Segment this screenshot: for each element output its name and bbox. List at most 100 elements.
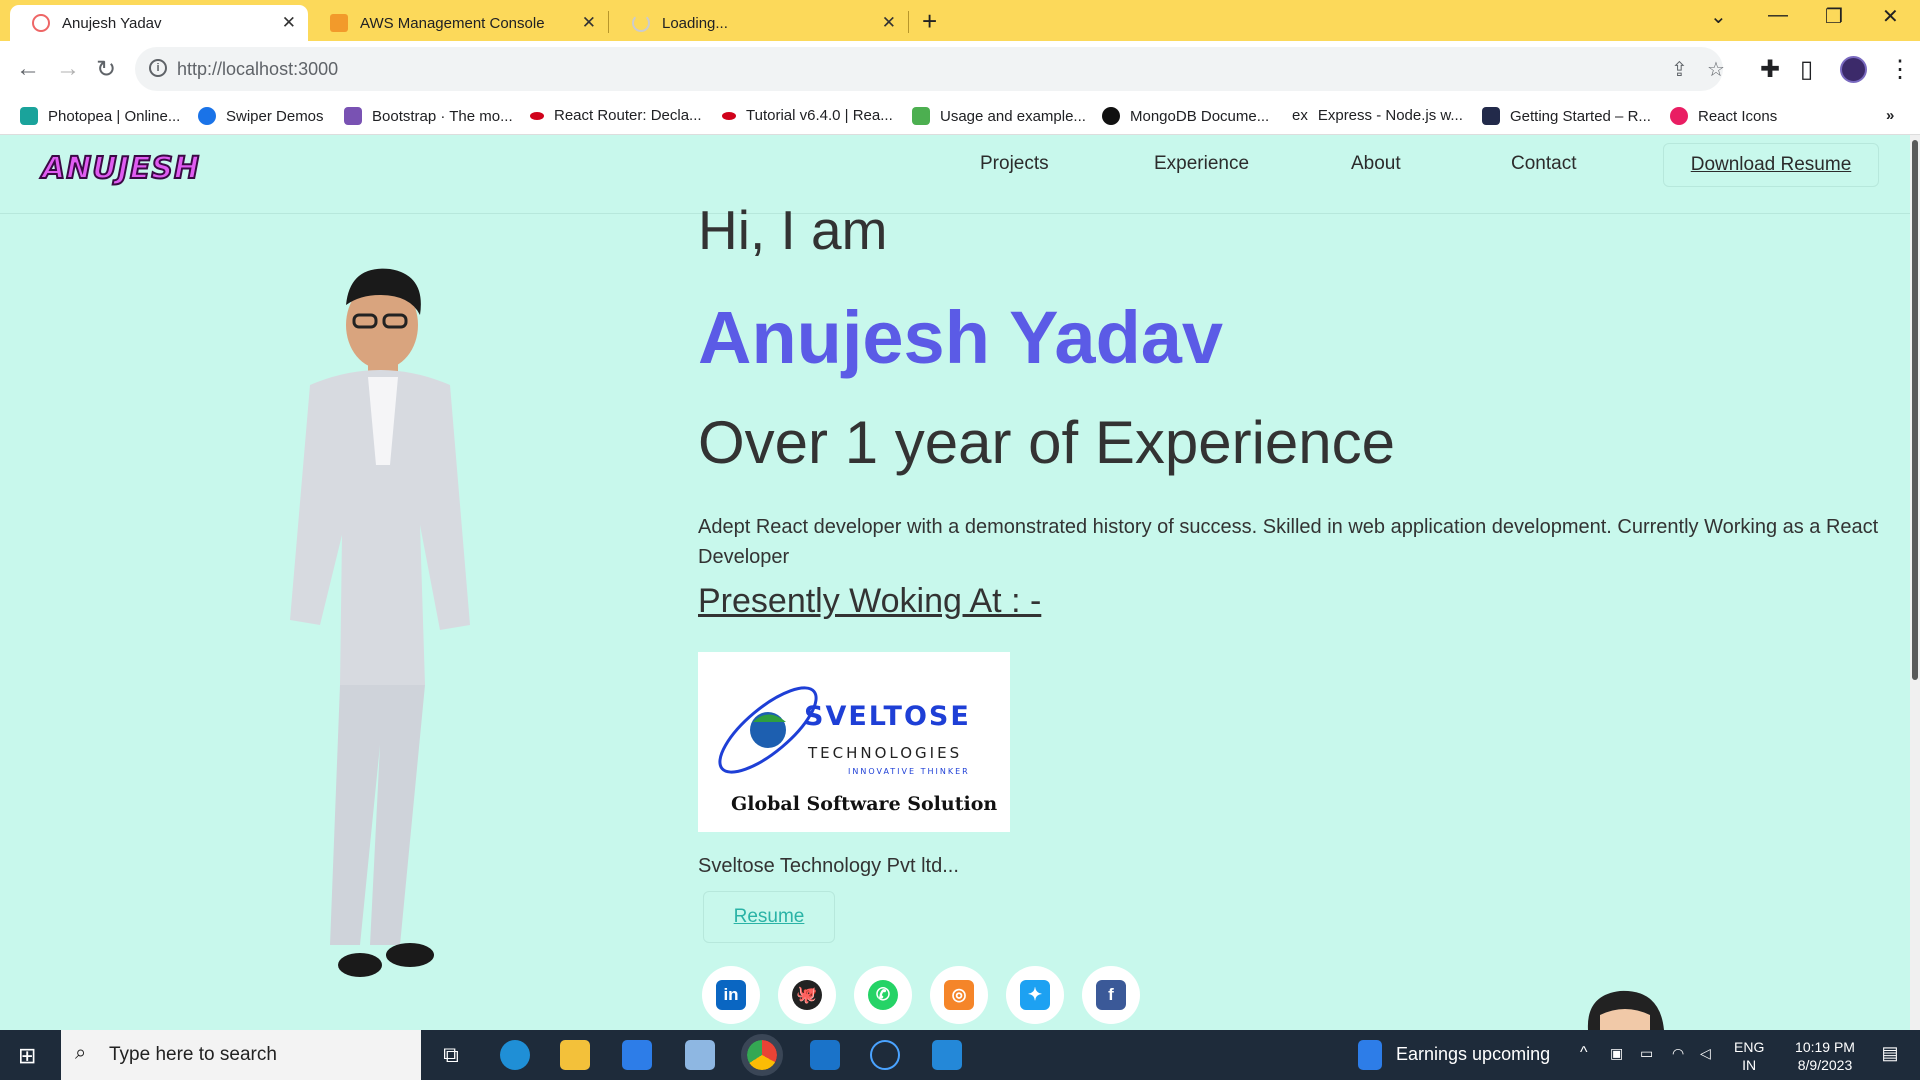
tab-separator — [908, 11, 909, 33]
bookmark-label: Getting Started – R... — [1510, 107, 1651, 125]
bookmark-react-icons[interactable]: React Icons — [1670, 107, 1777, 125]
tab-title: AWS Management Console — [360, 14, 545, 32]
bookmark-label: Swiper Demos — [226, 107, 324, 125]
browser-toolbar: ← → ↻ i http://localhost:3000 ⇪ ☆ ✚ ▯ ⋮ — [0, 41, 1920, 97]
close-tab-icon[interactable]: ✕ — [282, 13, 296, 33]
store-icon[interactable] — [622, 1040, 652, 1070]
company-logo: SVELTOSE TECHNOLOGIES INNOVATIVE THINKER… — [698, 652, 1010, 832]
file-explorer-icon[interactable] — [560, 1040, 590, 1070]
app-icon[interactable] — [685, 1040, 715, 1070]
download-resume-button[interactable]: Download Resume — [1663, 143, 1879, 187]
close-tab-icon[interactable]: ✕ — [582, 13, 596, 33]
react-icons-icon — [1670, 107, 1688, 125]
meet-icon[interactable]: ▣ — [1610, 1044, 1623, 1062]
share-icon[interactable]: ⇪ — [1671, 57, 1688, 82]
facebook-button[interactable]: f — [1082, 966, 1140, 1024]
site-logo[interactable]: ANUJESH — [41, 150, 200, 187]
cube-icon — [912, 107, 930, 125]
back-icon[interactable]: ← — [16, 55, 40, 83]
bookmark-bootstrap[interactable]: Bootstrap · The mo... — [344, 107, 513, 125]
battery-icon[interactable]: ▭ — [1640, 1044, 1653, 1062]
twitter-button[interactable]: ✦ — [1006, 966, 1064, 1024]
presently-working-heading: Presently Woking At : - — [698, 582, 1042, 620]
close-tab-icon[interactable]: ✕ — [882, 13, 896, 33]
resume-button[interactable]: Resume — [703, 891, 835, 943]
address-bar[interactable]: i http://localhost:3000 ⇪ ☆ — [135, 47, 1725, 91]
news-widget[interactable]: Earnings upcoming — [1396, 1044, 1550, 1065]
bookmark-getting-started[interactable]: Getting Started – R... — [1482, 107, 1651, 125]
bootstrap-icon — [344, 107, 362, 125]
facebook-icon: f — [1096, 980, 1126, 1010]
github-button[interactable]: 🐙 — [778, 966, 836, 1024]
bookmark-overflow-icon[interactable]: » — [1886, 107, 1894, 124]
info-icon[interactable]: i — [149, 59, 167, 77]
bookmark-label: Photopea | Online... — [48, 107, 181, 125]
windows-taskbar: ⊞ ⌕ Type here to search ⧉ Earnings upcom… — [0, 1030, 1920, 1080]
tab-title: Anujesh Yadav — [62, 14, 162, 32]
bookmark-mongodb[interactable]: MongoDB Docume... — [1102, 107, 1269, 125]
reload-icon[interactable]: ↻ — [96, 55, 116, 84]
bookmark-label: React Icons — [1698, 107, 1778, 125]
instagram-button[interactable]: ◎ — [930, 966, 988, 1024]
url-text[interactable]: http://localhost:3000 — [177, 59, 338, 80]
profile-avatar[interactable] — [1840, 56, 1867, 83]
company-logo-tagline: INNOVATIVE THINKER — [848, 767, 970, 776]
tab-loading[interactable]: Loading... ✕ — [610, 5, 908, 41]
news-icon[interactable] — [1358, 1040, 1382, 1070]
bookmark-label: Usage and example... — [940, 107, 1086, 125]
nav-contact[interactable]: Contact — [1511, 153, 1576, 175]
twitter-icon: ✦ — [1020, 980, 1050, 1010]
task-view-icon[interactable]: ⧉ — [436, 1040, 466, 1070]
experience-heading: Over 1 year of Experience — [698, 409, 1396, 476]
bookmark-usage[interactable]: Usage and example... — [912, 107, 1086, 125]
wifi-icon[interactable]: ◠ — [1672, 1044, 1684, 1062]
notification-icon[interactable]: ▤ — [1870, 1044, 1910, 1062]
instagram-icon: ◎ — [944, 980, 974, 1010]
swiper-icon — [198, 107, 216, 125]
mongodb-icon — [1102, 107, 1120, 125]
edge-icon[interactable] — [500, 1040, 530, 1070]
tab-anujesh-yadav[interactable]: Anujesh Yadav ✕ — [10, 5, 308, 41]
bookmark-tutorial[interactable]: Tutorial v6.4.0 | Rea... — [722, 107, 893, 124]
nav-experience[interactable]: Experience — [1154, 153, 1249, 175]
chrome-icon[interactable] — [741, 1034, 783, 1076]
windows-start-icon[interactable]: ⊞ — [18, 1043, 36, 1069]
sidepanel-icon[interactable]: ▯ — [1800, 55, 1813, 84]
tray-chevron-icon[interactable]: ^ — [1580, 1044, 1588, 1062]
extensions-icon[interactable]: ✚ — [1760, 55, 1780, 84]
new-tab-icon[interactable]: + — [922, 6, 937, 37]
chat-avatar-illustration[interactable] — [1580, 985, 1670, 1030]
express-icon: ex — [1292, 107, 1308, 124]
taskbar-search[interactable]: ⌕ Type here to search — [61, 1030, 421, 1080]
bookmark-react-router[interactable]: React Router: Decla... — [530, 107, 702, 124]
volume-icon[interactable]: ◁ — [1700, 1044, 1711, 1062]
language-indicator[interactable]: ENG IN — [1734, 1038, 1764, 1074]
bookmark-swiper[interactable]: Swiper Demos — [198, 107, 324, 125]
nav-about[interactable]: About — [1351, 153, 1401, 175]
vscode-icon[interactable] — [932, 1040, 962, 1070]
minimize-icon[interactable]: — — [1768, 4, 1788, 27]
bookmark-photopea[interactable]: Photopea | Online... — [20, 107, 180, 125]
clock[interactable]: 10:19 PM 8/9/2023 — [1780, 1038, 1870, 1074]
restore-icon[interactable]: ❐ — [1825, 4, 1843, 29]
search-icon: ⌕ — [75, 1042, 87, 1064]
bookmark-label: Bootstrap · The mo... — [372, 107, 513, 125]
star-icon[interactable]: ☆ — [1707, 57, 1725, 82]
linkedin-button[interactable]: in — [702, 966, 760, 1024]
forward-icon[interactable]: → — [56, 55, 80, 83]
site-header: ANUJESH Projects Experience About Contac… — [0, 135, 1920, 214]
bookmark-label: Express - Node.js w... — [1317, 107, 1463, 124]
menu-icon[interactable]: ⋮ — [1888, 55, 1912, 84]
tab-search-icon[interactable]: ⌄ — [1710, 4, 1727, 29]
whatsapp-icon: ✆ — [868, 980, 898, 1010]
tab-aws-console[interactable]: AWS Management Console ✕ — [308, 5, 608, 41]
scrollbar-thumb[interactable] — [1912, 140, 1918, 680]
bookmark-express[interactable]: ex Express - Node.js w... — [1292, 107, 1463, 124]
tab-strip: Anujesh Yadav ✕ AWS Management Console ✕… — [0, 0, 1920, 41]
whatsapp-button[interactable]: ✆ — [854, 966, 912, 1024]
cortana-icon[interactable] — [870, 1040, 900, 1070]
close-window-icon[interactable]: ✕ — [1882, 4, 1899, 29]
mail-icon[interactable] — [810, 1040, 840, 1070]
nav-projects[interactable]: Projects — [980, 153, 1049, 175]
search-placeholder: Type here to search — [109, 1044, 277, 1065]
